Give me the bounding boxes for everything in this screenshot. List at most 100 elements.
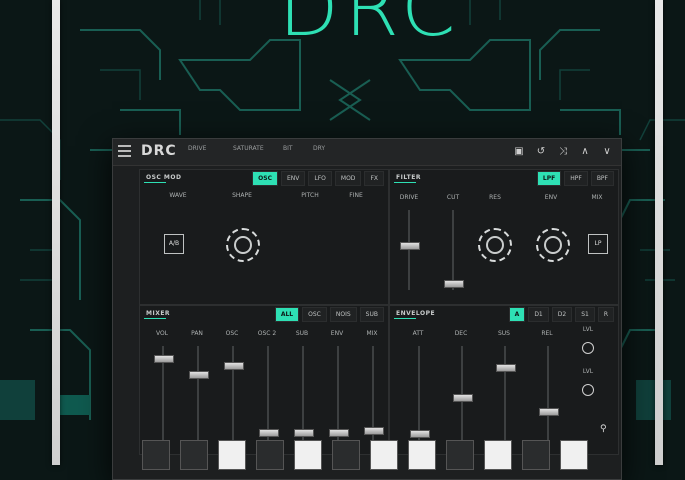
tab-osc[interactable]: OSC [252,171,278,186]
pad-key-8[interactable] [446,440,474,470]
mixer-label-6: MIX [366,330,378,337]
mixer-label-1: PAN [191,330,203,337]
mixer-track-1 [197,346,199,442]
mixer-label-2: OSC [225,330,239,337]
plugin-logo: DRC [141,143,177,159]
mixer-fader-0[interactable] [154,354,174,363]
env-fader-1[interactable] [453,394,473,403]
filter-drive-fader[interactable] [400,242,420,250]
mixer-label-0: VOL [155,330,169,337]
pad-key-2[interactable] [218,440,246,470]
menu-icon[interactable] [118,145,131,157]
mixer-label-3: OSC 2 [257,330,277,337]
mixer-fader-4[interactable] [294,428,314,437]
mixer-label-5: ENV [330,330,344,337]
tab-r[interactable]: R [597,307,614,322]
env-fader-2[interactable] [496,363,516,372]
chevron-up-icon[interactable]: ∧ [579,146,591,158]
env-level-knob-1[interactable] [582,342,594,354]
filter-label-env: ENV [544,194,558,201]
env-label-0: ATT [412,330,424,337]
mixer-fader-2[interactable] [224,361,244,370]
pad-key-10[interactable] [522,440,550,470]
left-pillar [52,0,60,465]
tab-sub[interactable]: SUB [359,307,384,322]
tab-hpf[interactable]: HPF [564,171,588,186]
page-title: DRC [278,0,462,54]
tab-a[interactable]: A [508,307,526,322]
mixer-track-3 [267,346,269,442]
env-label-1: DEC [454,330,468,337]
mixer-fader-5[interactable] [329,428,349,437]
header-meta-drive: DRIVE [188,145,207,152]
envelope-panel-title: ENVELOPE [396,310,436,317]
synth-plugin-window: DRC DRIVE SATURATE BIT DRY ▣ ↺ ⤨ ∧ ∨ OSC… [112,138,622,480]
pad-key-1[interactable] [180,440,208,470]
osc-label-fine: FINE [349,192,363,199]
tab-d1[interactable]: D1 [528,307,549,322]
chevron-down-icon[interactable]: ∨ [601,146,613,158]
pin-icon[interactable]: ⚲ [600,424,607,434]
env-track-2 [504,346,506,442]
tab-fx[interactable]: FX [364,171,384,186]
tab-nois[interactable]: NOIS [329,307,357,322]
filter-res-knob[interactable] [478,228,512,262]
env-level-knob-2[interactable] [582,384,594,396]
filter-cut-fader[interactable] [444,280,464,288]
pad-key-0[interactable] [142,440,170,470]
filter-label-mix: MIX [591,194,603,201]
mixer-track-2 [232,346,234,442]
filter-lp-button[interactable]: LP [588,234,608,254]
mixer-label-4: SUB [295,330,309,337]
pad-key-6[interactable] [370,440,398,470]
mixer-track-4 [302,346,304,442]
header-meta-saturate: SATURATE [233,145,264,152]
envelope-tabs: A D1 D2 S1 R [508,307,614,322]
envelope-panel: ENVELOPE A D1 D2 S1 R ATT DEC SUS REL LVL L… [389,305,619,455]
filter-label-drive: DRIVE [399,194,419,201]
env-label-2: SUS [497,330,510,337]
osc-panel: OSC MOD OSC ENV LFO MOD FX WAVE SHAPE PI… [139,169,389,305]
env-fader-3[interactable] [539,407,559,416]
osc-tabs: OSC ENV LFO MOD FX [252,171,384,186]
env-circle-label-2: LVL [582,368,594,375]
pad-key-5[interactable] [332,440,360,470]
tab-bpf[interactable]: BPF [590,171,614,186]
top-bar: DRC DRIVE SATURATE BIT DRY ▣ ↺ ⤨ ∧ ∨ [113,139,621,166]
mixer-track-5 [337,346,339,442]
shuffle-icon[interactable]: ⤨ [557,146,569,158]
filter-tabs: LPF HPF BPF [536,171,614,186]
env-label-3: REL [541,330,553,337]
osc-ab-button[interactable]: A/B [164,234,184,254]
env-track-3 [547,346,549,442]
pad-key-9[interactable] [484,440,512,470]
mixer-fader-3[interactable] [259,428,279,437]
filter-panel: FILTER LPF HPF BPF DRIVE CUT RES ENV MIX… [389,169,619,305]
filter-env-knob[interactable] [536,228,570,262]
tab-mod[interactable]: MOD [334,171,362,186]
header-icons: ▣ ↺ ⤨ ∧ ∨ [513,146,613,158]
undo-icon[interactable]: ↺ [535,146,547,158]
filter-label-res: RES [489,194,501,201]
tab-all[interactable]: ALL [274,307,300,322]
pad-key-4[interactable] [294,440,322,470]
header-meta-dry: DRY [313,145,326,152]
filter-drive-track [408,210,410,290]
mixer-fader-6[interactable] [364,426,384,435]
tab-lfo[interactable]: LFO [308,171,332,186]
mixer-fader-1[interactable] [189,370,209,379]
header-meta-bit: BIT [283,145,293,152]
tab-d2[interactable]: D2 [551,307,573,322]
osc-shape-knob[interactable] [226,228,260,262]
env-fader-0[interactable] [410,429,430,438]
filter-label-cut: CUT [446,194,460,201]
tab-lpf[interactable]: LPF [536,171,562,186]
tab-mixer-osc[interactable]: OSC [302,307,327,322]
tab-s1[interactable]: S1 [575,307,595,322]
pad-key-11[interactable] [560,440,588,470]
save-icon[interactable]: ▣ [513,146,525,158]
osc-label-pitch: PITCH [301,192,319,199]
tab-env[interactable]: ENV [280,171,306,186]
pad-key-7[interactable] [408,440,436,470]
pad-key-3[interactable] [256,440,284,470]
